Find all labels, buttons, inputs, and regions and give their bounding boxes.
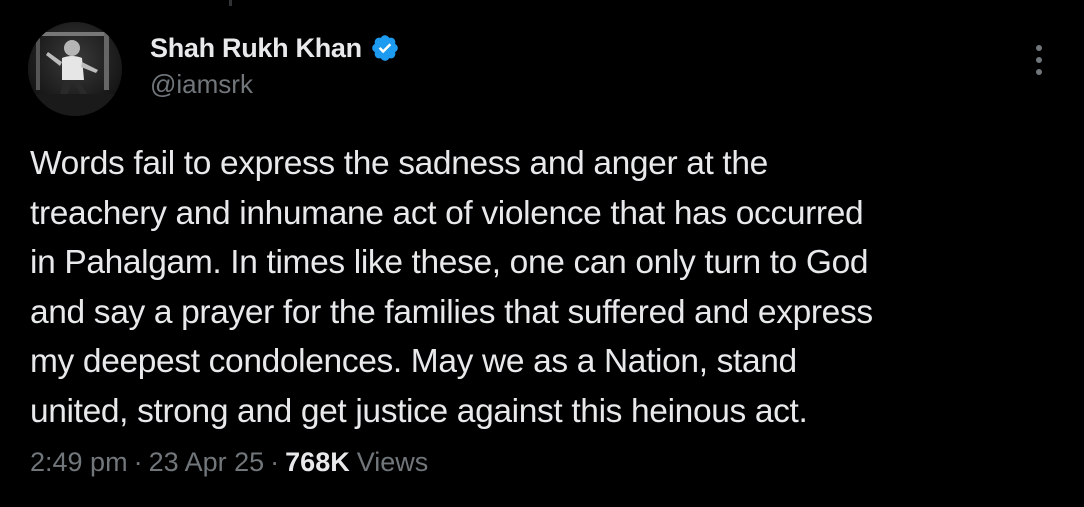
tweet-text-line: Words fail to express the sadness and an… <box>30 145 768 182</box>
tweet-card: Shah Rukh Khan @iamsrk Words fail to exp… <box>0 0 1084 507</box>
tweet-text-line: and say a prayer for the families that s… <box>30 293 873 331</box>
author-display-name[interactable]: Shah Rukh Khan <box>150 33 362 64</box>
more-dot <box>1036 57 1042 63</box>
views-count: 768K <box>285 447 350 477</box>
more-dot <box>1036 45 1042 51</box>
avatar[interactable] <box>28 22 122 116</box>
meta-separator: · <box>270 447 280 477</box>
views-label: Views <box>356 447 429 477</box>
author-name-row: Shah Rukh Khan <box>150 30 400 66</box>
tweet-text-line: my deepest condolences. May we as a Nati… <box>30 343 797 380</box>
tweet-text: Words fail to express the sadness and an… <box>30 139 1060 436</box>
more-vertical-icon[interactable] <box>1022 40 1056 80</box>
avatar-photo <box>28 22 122 116</box>
tweet-time[interactable]: 2:49 pm <box>30 447 128 478</box>
tweet-date[interactable]: 23 Apr 25 <box>149 447 265 478</box>
tweet-text-line: in Pahalgam. In times like these, one ca… <box>30 244 869 281</box>
author-handle[interactable]: @iamsrk <box>150 69 253 100</box>
meta-separator: · <box>133 447 143 477</box>
tweet-text-line: treachery and inhumane act of violence t… <box>30 194 864 232</box>
tweet-meta: 2:49 pm · 23 Apr 25 · 768K Views <box>30 447 428 478</box>
thread-connector <box>229 0 232 6</box>
verified-badge-icon <box>370 33 400 63</box>
tweet-text-line: united, strong and get justice against t… <box>30 392 808 430</box>
more-dot <box>1036 69 1042 75</box>
